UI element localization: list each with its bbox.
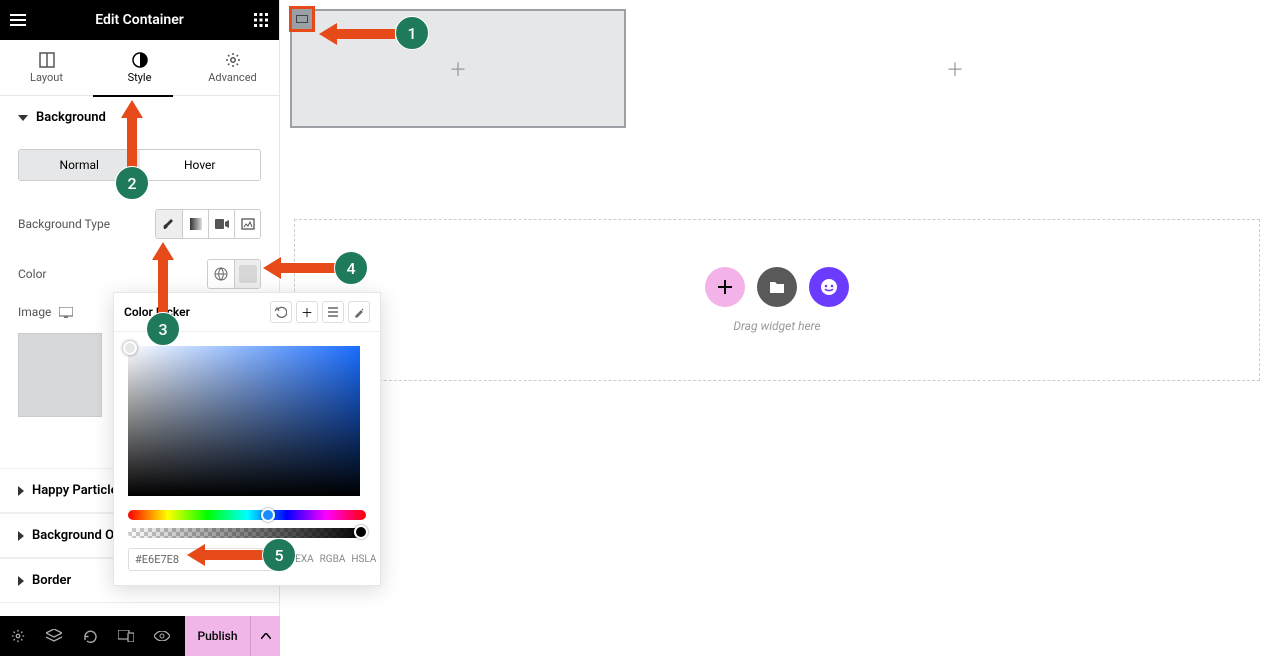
- face-icon: [820, 278, 838, 296]
- gradient-icon: [190, 218, 202, 230]
- globe-icon: [214, 267, 228, 281]
- add-widget-icon[interactable]: ＋: [449, 56, 467, 82]
- devices-icon: [118, 630, 134, 642]
- state-hover[interactable]: Hover: [140, 150, 261, 180]
- tab-style-label: Style: [128, 71, 152, 84]
- picker-add[interactable]: ＋: [296, 301, 318, 323]
- picker-eyedropper[interactable]: [348, 301, 370, 323]
- global-color-button[interactable]: [208, 260, 234, 288]
- panel-title: Edit Container: [36, 12, 243, 28]
- annotation-badge-5: 5: [262, 538, 296, 572]
- navigator-button[interactable]: [36, 616, 72, 656]
- eye-icon: [154, 631, 170, 641]
- section-border-label: Border: [32, 573, 71, 588]
- mode-hsla[interactable]: HSLA: [351, 554, 376, 565]
- bgtype-video[interactable]: [208, 210, 234, 238]
- color-control: [207, 259, 261, 289]
- alpha-slider[interactable]: [128, 528, 366, 538]
- add-template-button[interactable]: [757, 267, 797, 307]
- caret-down-icon: [18, 115, 28, 121]
- mode-rgba[interactable]: RGBA: [320, 554, 346, 565]
- undo-icon: [275, 306, 287, 318]
- alpha-handle[interactable]: [354, 525, 368, 539]
- add-ai-button[interactable]: [809, 267, 849, 307]
- selected-container[interactable]: ＋: [290, 9, 626, 128]
- hue-slider[interactable]: [128, 510, 366, 520]
- tab-style[interactable]: Style: [93, 40, 186, 95]
- style-icon: [132, 52, 148, 68]
- annotation-badge-2: 2: [115, 166, 149, 200]
- gear-icon: [11, 629, 25, 643]
- layout-icon: [39, 52, 55, 68]
- settings-button[interactable]: [0, 616, 36, 656]
- saturation-value-panel[interactable]: [128, 346, 360, 496]
- color-preview: [239, 265, 257, 283]
- sidebar-footer: Publish: [0, 616, 280, 656]
- picker-actions: ＋: [270, 301, 370, 323]
- image-label: Image: [18, 305, 51, 319]
- bgtype-slideshow[interactable]: [234, 210, 260, 238]
- publish-button[interactable]: Publish: [185, 616, 250, 656]
- publish-options[interactable]: [250, 616, 280, 656]
- section-background-label: Background: [36, 110, 106, 125]
- drop-zone-label: Drag widget here: [733, 319, 820, 333]
- widgets-grid-button[interactable]: [243, 0, 279, 40]
- drop-zone[interactable]: Drag widget here: [294, 219, 1260, 381]
- tab-advanced[interactable]: Advanced: [186, 40, 279, 95]
- menu-button[interactable]: [0, 0, 36, 40]
- caret-right-icon: [18, 486, 24, 496]
- tab-layout-label: Layout: [30, 71, 63, 84]
- background-type-label: Background Type: [18, 217, 110, 231]
- sv-handle[interactable]: [123, 341, 137, 355]
- history-button[interactable]: [72, 616, 108, 656]
- preview-button[interactable]: [144, 616, 180, 656]
- bgtype-classic[interactable]: [156, 210, 182, 238]
- annotation-badge-3: 3: [146, 312, 180, 346]
- add-widget-icon[interactable]: ＋: [946, 56, 964, 82]
- history-icon: [83, 629, 98, 644]
- hue-handle[interactable]: [261, 508, 275, 522]
- layers-icon: [46, 629, 62, 643]
- picker-undo[interactable]: [270, 301, 292, 323]
- video-icon: [215, 219, 229, 229]
- caret-right-icon: [18, 576, 24, 586]
- eyedropper-icon: [354, 307, 365, 318]
- annotation-badge-4: 4: [334, 251, 368, 285]
- grid-icon: [254, 13, 268, 27]
- caret-right-icon: [18, 531, 24, 541]
- container-slot-2[interactable]: ＋: [635, 9, 1275, 128]
- color-label: Color: [18, 267, 46, 281]
- background-type-row: Background Type: [0, 199, 279, 249]
- image-placeholder[interactable]: [18, 333, 102, 417]
- background-type-group: [155, 209, 261, 239]
- picker-list[interactable]: [322, 301, 344, 323]
- active-tab-indicator: [93, 95, 173, 97]
- responsive-button[interactable]: [108, 616, 144, 656]
- color-swatch-button[interactable]: [234, 260, 260, 288]
- folder-icon: [769, 280, 785, 294]
- bgtype-gradient[interactable]: [182, 210, 208, 238]
- container-icon: [296, 15, 308, 23]
- add-section-button[interactable]: [705, 267, 745, 307]
- responsive-icon[interactable]: [59, 307, 73, 318]
- brush-icon: [162, 217, 176, 231]
- plus-icon: [718, 280, 732, 294]
- panel-tabs: Layout Style Advanced: [0, 40, 279, 96]
- container-edit-handle[interactable]: [289, 6, 315, 32]
- section-particles-label: Happy Particles: [32, 483, 124, 498]
- tab-advanced-label: Advanced: [208, 71, 256, 84]
- annotation-badge-1: 1: [395, 16, 429, 50]
- gear-icon: [225, 52, 241, 68]
- chevron-up-icon: [261, 633, 271, 639]
- picker-footer: HEXA RGBA HSLA: [114, 538, 380, 585]
- hamburger-icon: [10, 14, 26, 26]
- slideshow-icon: [241, 218, 255, 230]
- sidebar-header: Edit Container: [0, 0, 279, 40]
- add-actions: [705, 267, 849, 307]
- list-icon: [328, 307, 338, 317]
- tab-layout[interactable]: Layout: [0, 40, 93, 95]
